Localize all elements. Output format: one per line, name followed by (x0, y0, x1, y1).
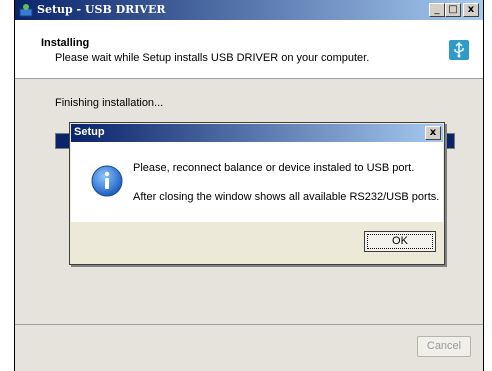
window-title: Setup - USB DRIVER (37, 3, 166, 16)
maximize-button[interactable]: □ (445, 3, 461, 17)
dialog-close-button[interactable]: x (425, 126, 441, 140)
minimize-button[interactable]: _ (429, 3, 445, 17)
dialog-titlebar[interactable]: Setup x (71, 124, 443, 142)
wizard-header: Installing Please wait while Setup insta… (15, 20, 483, 79)
page-title: Installing (41, 37, 90, 49)
dialog-title: Setup (74, 126, 105, 138)
ok-button[interactable]: OK (364, 231, 436, 252)
window-titlebar[interactable]: Setup - USB DRIVER _ □ x (15, 0, 483, 20)
dialog-body: Please, reconnect balance or device inst… (71, 142, 443, 222)
status-text: Finishing installation... (55, 97, 164, 109)
dialog-message-line1: Please, reconnect balance or device inst… (133, 162, 415, 174)
info-icon (91, 165, 123, 197)
page-subtitle: Please wait while Setup installs USB DRI… (55, 52, 370, 64)
wizard-footer: Cancel (15, 324, 483, 371)
close-button[interactable]: x (463, 3, 479, 17)
dialog-message-line2: After closing the window shows all avail… (133, 191, 440, 203)
usb-icon (449, 40, 469, 60)
cancel-button[interactable]: Cancel (417, 336, 471, 357)
setup-dialog: Setup x Please, reconnect balance or dev… (69, 122, 445, 265)
setup-app-icon (19, 4, 33, 17)
